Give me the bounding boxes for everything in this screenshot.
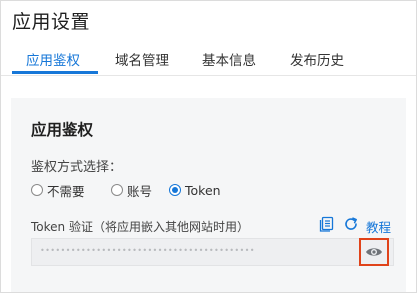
radio-account[interactable]: 账号 [111, 181, 152, 199]
app-settings-window: 应用设置 应用鉴权 域名管理 基本信息 发布历史 应用鉴权 鉴权方式选择： 不需… [0, 0, 417, 293]
radio-none-label: 不需要 [47, 183, 85, 199]
tab-publish-history[interactable]: 发布历史 [290, 49, 344, 69]
auth-panel: 应用鉴权 鉴权方式选择： 不需要 账号 Token Token 验证（将应用嵌入… [11, 98, 406, 292]
active-tab-indicator [12, 71, 98, 74]
tutorial-link[interactable]: 教程 [366, 217, 391, 236]
tab-app-auth[interactable]: 应用鉴权 [26, 49, 80, 69]
radio-account-label: 账号 [127, 183, 153, 199]
tab-basic-info[interactable]: 基本信息 [202, 49, 256, 69]
copy-icon[interactable] [319, 216, 335, 232]
radio-circle-icon [31, 184, 43, 196]
section-title: 应用鉴权 [31, 121, 94, 139]
token-field-label: Token 验证（将应用嵌入其他网站时用） [31, 220, 249, 234]
tab-domain-management[interactable]: 域名管理 [115, 49, 169, 69]
radio-none[interactable]: 不需要 [31, 181, 85, 199]
toggle-visibility-button[interactable] [359, 238, 389, 266]
token-value: ••••••••••••••••••••••••••••••••••••••••… [40, 246, 255, 255]
eye-icon [365, 243, 383, 262]
token-field[interactable]: ••••••••••••••••••••••••••••••••••••••••… [31, 238, 394, 266]
refresh-icon[interactable] [343, 216, 359, 232]
auth-method-label: 鉴权方式选择： [31, 160, 123, 175]
radio-circle-icon [111, 184, 123, 196]
page-title: 应用设置 [12, 11, 91, 33]
tab-bar: 应用鉴权 域名管理 基本信息 发布历史 [1, 43, 416, 76]
radio-checked-icon [169, 184, 181, 196]
radio-token-label: Token [185, 182, 221, 198]
radio-token[interactable]: Token [169, 181, 221, 199]
